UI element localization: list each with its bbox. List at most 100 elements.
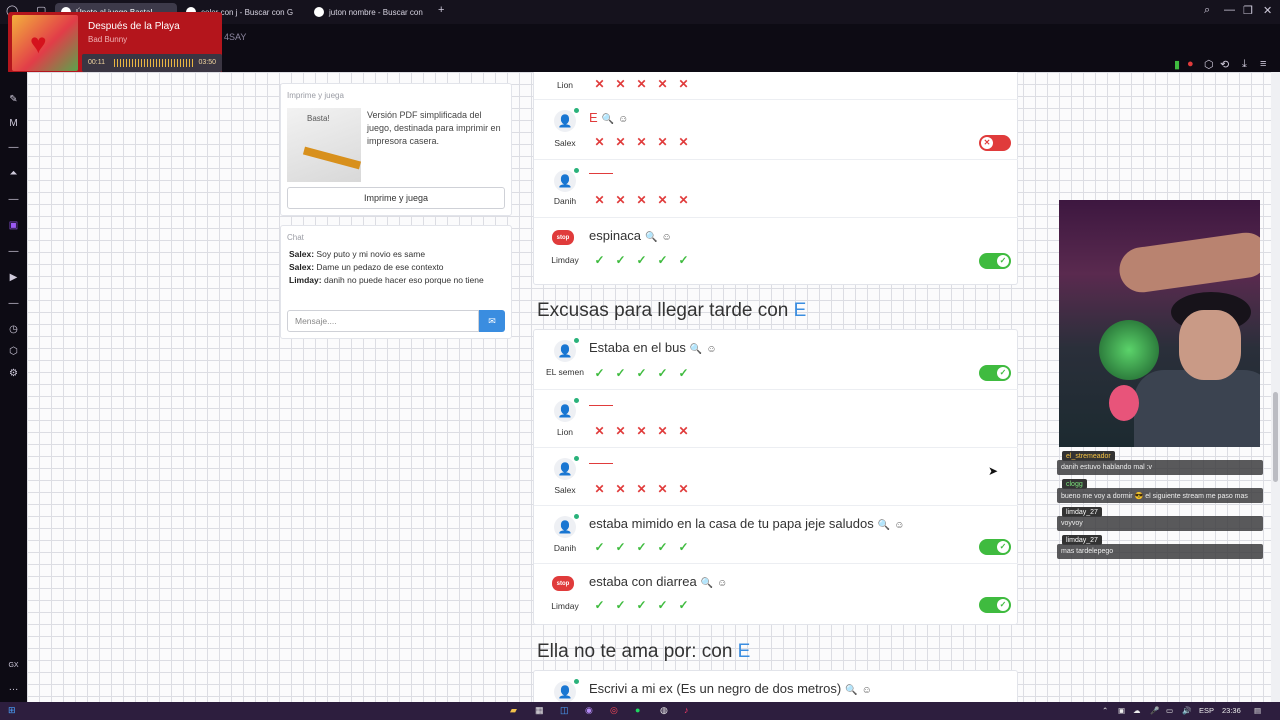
microphone-icon[interactable]: 🎤 bbox=[1150, 706, 1159, 715]
settings-icon[interactable]: ⚙ bbox=[7, 368, 20, 379]
notifications-icon[interactable]: ▤ bbox=[1254, 706, 1261, 715]
reject-mark-icon[interactable]: ✕ bbox=[676, 194, 691, 206]
reject-mark-icon[interactable]: ✕ bbox=[655, 136, 670, 148]
collections-icon[interactable]: ⟲ bbox=[1220, 58, 1229, 71]
tray-app-icon[interactable]: ▣ bbox=[1118, 706, 1125, 715]
reject-mark-icon[interactable]: ✕ bbox=[592, 483, 607, 495]
accept-mark-icon[interactable]: ✓ bbox=[592, 541, 607, 553]
search-icon[interactable]: 🔍 bbox=[645, 232, 657, 243]
accept-mark-icon[interactable]: ✓ bbox=[592, 599, 607, 611]
reject-mark-icon[interactable]: ✕ bbox=[634, 194, 649, 206]
new-tab-button[interactable]: + bbox=[438, 4, 444, 16]
reject-mark-icon[interactable]: ✕ bbox=[655, 194, 670, 206]
smile-icon[interactable]: ☺ bbox=[862, 685, 872, 696]
gx-icon[interactable]: GX bbox=[7, 662, 20, 669]
page-scrollbar[interactable] bbox=[1271, 72, 1280, 702]
reject-mark-icon[interactable]: ✕ bbox=[592, 78, 607, 90]
reject-mark-icon[interactable]: ✕ bbox=[655, 483, 670, 495]
discord-icon[interactable]: ◉ bbox=[585, 705, 593, 716]
smile-icon[interactable]: ☺ bbox=[662, 232, 672, 243]
accept-mark-icon[interactable]: ✓ bbox=[655, 599, 670, 611]
windows-start-icon[interactable]: ⊞ bbox=[8, 705, 16, 716]
sidebar-mail-icon[interactable]: M bbox=[7, 118, 20, 129]
accept-mark-icon[interactable]: ✓ bbox=[613, 367, 628, 379]
search-icon[interactable]: ⌕ bbox=[1204, 4, 1210, 17]
reject-mark-icon[interactable]: ✕ bbox=[676, 78, 691, 90]
maximize-icon[interactable]: ❐ bbox=[1243, 4, 1253, 17]
reject-mark-icon[interactable]: ✕ bbox=[613, 425, 628, 437]
smile-icon[interactable]: ☺ bbox=[706, 344, 716, 355]
obs-icon[interactable]: ◍ bbox=[660, 705, 668, 716]
reject-mark-icon[interactable]: ✕ bbox=[613, 78, 628, 90]
validity-toggle[interactable]: ✓ bbox=[979, 253, 1011, 269]
reject-mark-icon[interactable]: ✕ bbox=[613, 483, 628, 495]
download-icon[interactable]: ⤓ bbox=[1242, 58, 1247, 71]
validity-toggle[interactable]: ✓ bbox=[979, 365, 1011, 381]
smile-icon[interactable]: ☺ bbox=[618, 114, 628, 125]
sidebar-cursor-icon[interactable]: ⏶ bbox=[7, 168, 20, 179]
more-icon[interactable]: … bbox=[7, 682, 20, 693]
spotify-icon[interactable]: ● bbox=[635, 705, 640, 715]
extensions-icon[interactable]: ⬡ bbox=[1204, 58, 1214, 71]
reject-mark-icon[interactable]: ✕ bbox=[676, 425, 691, 437]
reject-mark-icon[interactable]: ✕ bbox=[634, 78, 649, 90]
accept-mark-icon[interactable]: ✓ bbox=[613, 599, 628, 611]
tray-chevron-icon[interactable]: ⌃ bbox=[1102, 706, 1108, 715]
chat-send-button[interactable]: ✉ bbox=[479, 310, 505, 332]
accept-mark-icon[interactable]: ✓ bbox=[592, 367, 607, 379]
clock[interactable]: 23:36 bbox=[1222, 706, 1241, 715]
sidebar-play-icon[interactable]: ▶ bbox=[7, 272, 20, 283]
reject-mark-icon[interactable]: ✕ bbox=[634, 136, 649, 148]
accept-mark-icon[interactable]: ✓ bbox=[592, 254, 607, 266]
accept-mark-icon[interactable]: ✓ bbox=[655, 367, 670, 379]
settings-menu-icon[interactable]: ≡ bbox=[1260, 58, 1266, 70]
volume-icon[interactable]: 🔊 bbox=[1182, 706, 1191, 715]
smile-icon[interactable]: ☺ bbox=[894, 520, 904, 531]
reject-mark-icon[interactable]: ✕ bbox=[613, 136, 628, 148]
outlook-icon[interactable]: ◫ bbox=[560, 705, 569, 716]
accept-mark-icon[interactable]: ✓ bbox=[613, 541, 628, 553]
sidebar-app-icon[interactable]: ✎ bbox=[7, 94, 20, 105]
reject-mark-icon[interactable]: ✕ bbox=[676, 483, 691, 495]
reject-mark-icon[interactable]: ✕ bbox=[592, 425, 607, 437]
reject-mark-icon[interactable]: ✕ bbox=[592, 194, 607, 206]
opera-gx-icon[interactable]: ◎ bbox=[610, 705, 618, 716]
minimize-icon[interactable]: — bbox=[1224, 4, 1235, 16]
smile-icon[interactable]: ☺ bbox=[717, 578, 727, 589]
twitch-icon[interactable]: ▣ bbox=[7, 220, 20, 231]
close-icon[interactable]: ✕ bbox=[1263, 4, 1272, 17]
history-icon[interactable]: ◷ bbox=[7, 324, 20, 335]
search-icon[interactable]: 🔍 bbox=[845, 685, 857, 696]
file-explorer-icon[interactable]: ▰ bbox=[510, 705, 517, 716]
scrollbar-thumb[interactable] bbox=[1273, 392, 1278, 482]
calendar-app-icon[interactable]: ▦ bbox=[535, 705, 544, 716]
accept-mark-icon[interactable]: ✓ bbox=[676, 599, 691, 611]
address-url[interactable]: 4SAY bbox=[224, 32, 246, 42]
reject-mark-icon[interactable]: ✕ bbox=[592, 136, 607, 148]
accept-mark-icon[interactable]: ✓ bbox=[634, 254, 649, 266]
accept-mark-icon[interactable]: ✓ bbox=[634, 367, 649, 379]
search-icon[interactable]: 🔍 bbox=[701, 578, 713, 589]
search-icon[interactable]: 🔍 bbox=[878, 520, 890, 531]
accept-mark-icon[interactable]: ✓ bbox=[676, 541, 691, 553]
search-icon[interactable]: 🔍 bbox=[602, 114, 614, 125]
accept-mark-icon[interactable]: ✓ bbox=[655, 541, 670, 553]
validity-toggle[interactable]: ✓ bbox=[979, 539, 1011, 555]
reject-mark-icon[interactable]: ✕ bbox=[676, 136, 691, 148]
reject-mark-icon[interactable]: ✕ bbox=[634, 483, 649, 495]
tiktok-icon[interactable]: ♪ bbox=[684, 705, 689, 715]
tab-juton-search[interactable]: juton nombre - Buscar con bbox=[308, 3, 434, 21]
accept-mark-icon[interactable]: ✓ bbox=[655, 254, 670, 266]
reject-mark-icon[interactable]: ✕ bbox=[655, 425, 670, 437]
reject-mark-icon[interactable]: ✕ bbox=[634, 425, 649, 437]
search-icon[interactable]: 🔍 bbox=[690, 344, 702, 355]
reject-mark-icon[interactable]: ✕ bbox=[613, 194, 628, 206]
accept-mark-icon[interactable]: ✓ bbox=[613, 254, 628, 266]
accept-mark-icon[interactable]: ✓ bbox=[634, 541, 649, 553]
accept-mark-icon[interactable]: ✓ bbox=[634, 599, 649, 611]
extension-badge-icon[interactable]: ● bbox=[1187, 58, 1194, 70]
extension-icon[interactable]: ▮ bbox=[1174, 58, 1180, 71]
accept-mark-icon[interactable]: ✓ bbox=[676, 367, 691, 379]
language-indicator[interactable]: ESP bbox=[1199, 706, 1214, 715]
validity-toggle[interactable]: ✓ bbox=[979, 597, 1011, 613]
